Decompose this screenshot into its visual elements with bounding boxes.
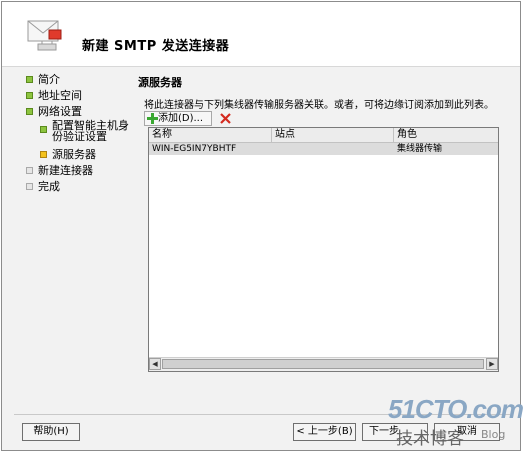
- step-source-server[interactable]: 源服务器: [24, 147, 136, 162]
- column-header-site[interactable]: 站点: [272, 128, 394, 142]
- step-complete-icon: [26, 92, 33, 99]
- source-server-panel: 源服务器 将此连接器与下列集线器传输服务器关联。或者，可将边缘订阅添加到此列表。…: [138, 74, 500, 126]
- back-button[interactable]: < 上一步(B): [293, 423, 356, 441]
- step-label: 完成: [38, 180, 60, 193]
- delete-icon[interactable]: [219, 112, 232, 125]
- wizard-window: 新建 SMTP 发送连接器 简介 地址空间 网络设置 配置智能主机身份验证设置 …: [1, 1, 521, 451]
- column-header-role[interactable]: 角色: [394, 128, 498, 142]
- watermark: 51CTO.com 技术博客 Blog: [388, 394, 524, 450]
- add-button-label: 添加(D)...: [158, 113, 204, 124]
- step-smart-host-auth[interactable]: 配置智能主机身份验证设置: [24, 120, 136, 146]
- step-pending-icon: [26, 167, 33, 174]
- step-finish[interactable]: 完成: [24, 179, 136, 194]
- step-complete-icon: [40, 126, 47, 133]
- step-complete-icon: [26, 108, 33, 115]
- step-address-space[interactable]: 地址空间: [24, 88, 136, 103]
- help-button[interactable]: 帮助(H): [22, 423, 80, 441]
- step-label: 网络设置: [38, 105, 82, 118]
- scroll-left-arrow-icon[interactable]: ◀: [149, 358, 161, 370]
- step-label: 地址空间: [38, 89, 82, 102]
- panel-description: 将此连接器与下列集线器传输服务器关联。或者，可将边缘订阅添加到此列表。: [144, 100, 494, 111]
- watermark-subtitle: 技术博客: [396, 429, 464, 449]
- wizard-steps-nav: 简介 地址空间 网络设置 配置智能主机身份验证设置 源服务器 新建连接器 完成: [24, 72, 136, 195]
- list-header: 名称 站点 角色: [149, 128, 498, 143]
- step-network-settings[interactable]: 网络设置: [24, 104, 136, 119]
- step-complete-icon: [26, 76, 33, 83]
- wizard-header: 新建 SMTP 发送连接器: [2, 2, 520, 67]
- wizard-title: 新建 SMTP 发送连接器: [82, 39, 230, 54]
- scroll-right-arrow-icon[interactable]: ▶: [486, 358, 498, 370]
- step-intro[interactable]: 简介: [24, 72, 136, 87]
- add-button[interactable]: 添加(D)...: [144, 111, 212, 126]
- scrollbar-thumb[interactable]: [162, 359, 484, 369]
- horizontal-scrollbar[interactable]: ◀ ▶: [149, 357, 498, 371]
- cell-name: WIN-EG5IN7YBHTF: [152, 144, 237, 154]
- step-label: 配置智能主机身份验证设置: [52, 119, 129, 143]
- step-label: 源服务器: [52, 148, 96, 161]
- step-pending-icon: [26, 183, 33, 190]
- source-server-list[interactable]: 名称 站点 角色 WIN-EG5IN7YBHTF 集线器传输 ◀ ▶: [148, 127, 499, 372]
- watermark-blog: Blog: [481, 428, 506, 441]
- table-row[interactable]: WIN-EG5IN7YBHTF 集线器传输: [149, 143, 498, 155]
- envelope-wizard-icon: [27, 20, 62, 51]
- step-new-connector[interactable]: 新建连接器: [24, 163, 136, 178]
- step-label: 简介: [38, 73, 60, 86]
- plus-icon: [147, 113, 158, 124]
- cell-role: 集线器传输: [397, 144, 443, 154]
- column-header-name[interactable]: 名称: [149, 128, 272, 142]
- panel-title: 源服务器: [138, 76, 182, 89]
- step-label: 新建连接器: [38, 164, 93, 177]
- watermark-logo: 51CTO.com: [388, 394, 524, 424]
- step-current-icon: [40, 151, 47, 158]
